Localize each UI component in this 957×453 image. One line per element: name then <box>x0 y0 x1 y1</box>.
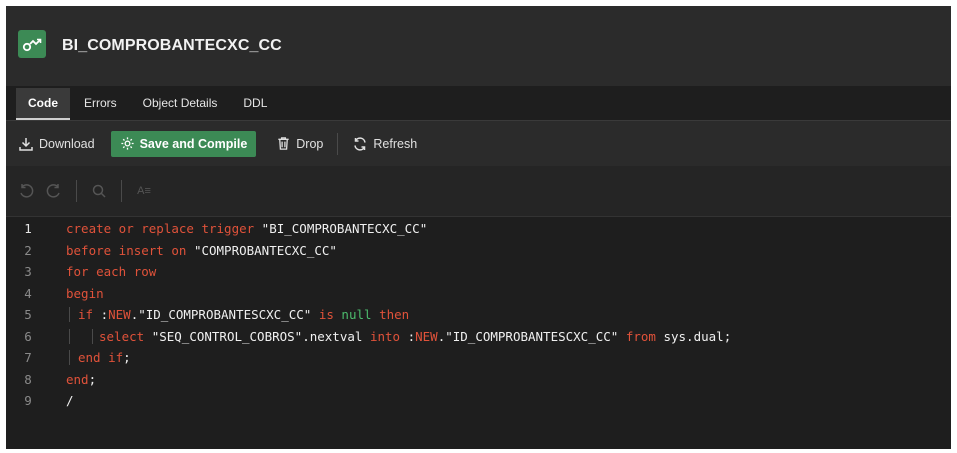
code-text: before insert on "COMPROBANTECXC_CC" <box>46 243 337 258</box>
line-number: 9 <box>24 393 32 409</box>
indent-guide <box>92 328 93 344</box>
tab-bar: Code Errors Object Details DDL <box>16 88 279 120</box>
code-text: select "SEQ_CONTROL_COBROS".nextval into… <box>46 328 732 344</box>
code-text: begin <box>46 286 104 301</box>
trigger-icon <box>18 30 46 58</box>
indent-guide <box>69 350 70 366</box>
tab-ddl[interactable]: DDL <box>231 88 279 118</box>
code-token: for each row <box>66 264 157 280</box>
code-token: ; <box>88 371 97 387</box>
code-token: NEW <box>415 328 438 344</box>
code-token: NEW <box>108 307 131 323</box>
code-text: create or replace trigger "BI_COMPROBANT… <box>46 221 427 236</box>
download-icon <box>19 137 33 151</box>
save-and-compile-button[interactable]: Save and Compile <box>110 130 257 157</box>
refresh-label: Refresh <box>373 136 418 151</box>
code-token: ; <box>123 350 131 366</box>
code-text: for each row <box>46 264 156 279</box>
code-token: if <box>78 307 101 323</box>
code-token: create or replace trigger <box>66 221 262 237</box>
page-title: BI_COMPROBANTECXC_CC <box>62 37 282 54</box>
code-token: sys.dual; <box>663 328 732 344</box>
line-number: 1 <box>24 221 32 237</box>
code-editor[interactable]: 1 create or replace trigger "BI_COMPROBA… <box>6 218 951 412</box>
line-number: 5 <box>24 307 32 323</box>
tab-errors[interactable]: Errors <box>72 88 129 118</box>
editor-divider <box>121 180 122 202</box>
code-text: if :NEW."ID_COMPROBANTESCXC_CC" is null … <box>46 307 410 323</box>
toolbar: Download Save and Compile Drop Refresh <box>6 120 951 166</box>
code-token: ."ID_COMPROBANTESCXC_CC" <box>437 328 626 344</box>
code-token: "SEQ_CONTROL_COBROS".nextval <box>151 328 370 344</box>
code-token: before insert on <box>66 242 194 258</box>
code-token: begin <box>66 285 104 301</box>
undo-icon[interactable] <box>12 177 40 205</box>
code-token: from <box>625 328 664 344</box>
code-token: ."ID_COMPROBANTESCXC_CC" <box>130 307 319 323</box>
line-number: 6 <box>24 328 32 344</box>
code-token: / <box>66 393 74 409</box>
code-token: is <box>318 307 342 323</box>
editor-window: BI_COMPROBANTECXC_CC Code Errors Object … <box>6 6 951 449</box>
tab-code[interactable]: Code <box>16 88 70 120</box>
code-text: / <box>46 393 74 408</box>
code-token: "BI_COMPROBANTECXC_CC" <box>261 221 428 237</box>
download-button[interactable]: Download <box>12 131 101 157</box>
code-token: : <box>407 328 416 344</box>
drop-label: Drop <box>296 136 324 151</box>
code-token: : <box>100 307 109 323</box>
code-token: select <box>99 328 152 344</box>
line-number: 4 <box>24 285 32 301</box>
code-token: end <box>66 371 89 387</box>
code-line: 8 end; <box>6 369 951 391</box>
tab-object-details[interactable]: Object Details <box>131 88 230 118</box>
code-line: 1 create or replace trigger "BI_COMPROBA… <box>6 218 951 240</box>
object-header: BI_COMPROBANTECXC_CC Code Errors Object … <box>6 6 951 120</box>
drop-button[interactable]: Drop <box>270 131 329 157</box>
line-number: 8 <box>24 371 32 387</box>
code-token: null <box>341 307 380 323</box>
refresh-button[interactable]: Refresh <box>346 131 423 157</box>
code-line: 3 for each row <box>6 261 951 283</box>
search-icon[interactable] <box>85 177 113 205</box>
code-line: 4 begin <box>6 283 951 305</box>
code-line: 2 before insert on "COMPROBANTECXC_CC" <box>6 240 951 262</box>
refresh-icon <box>354 136 367 151</box>
redo-icon[interactable] <box>40 177 68 205</box>
code-token: then <box>379 307 410 323</box>
code-line: 6 select "SEQ_CONTROL_COBROS".nextval in… <box>6 326 951 348</box>
format-icon[interactable]: A≡ <box>130 177 158 205</box>
editor-divider <box>76 180 77 202</box>
indent-guide <box>69 328 70 344</box>
code-text: end if; <box>46 350 131 366</box>
toolbar-divider <box>337 132 339 155</box>
code-line: 5 if :NEW."ID_COMPROBANTESCXC_CC" is nul… <box>6 304 951 326</box>
code-text: end; <box>46 372 96 387</box>
indent-guide <box>69 307 70 323</box>
download-label: Download <box>39 136 95 151</box>
gear-icon <box>121 137 134 150</box>
line-number: 2 <box>24 242 32 258</box>
code-token: end if <box>78 350 124 366</box>
code-token: "COMPROBANTECXC_CC" <box>193 242 337 258</box>
code-line: 7 end if; <box>6 347 951 369</box>
trash-icon <box>278 137 289 150</box>
line-number: 3 <box>24 264 32 280</box>
save-and-compile-label: Save and Compile <box>139 136 248 151</box>
editor-toolbar: A≡ <box>6 166 951 217</box>
line-number: 7 <box>24 350 32 366</box>
code-line: 9 / <box>6 390 951 412</box>
code-token: into <box>369 328 408 344</box>
